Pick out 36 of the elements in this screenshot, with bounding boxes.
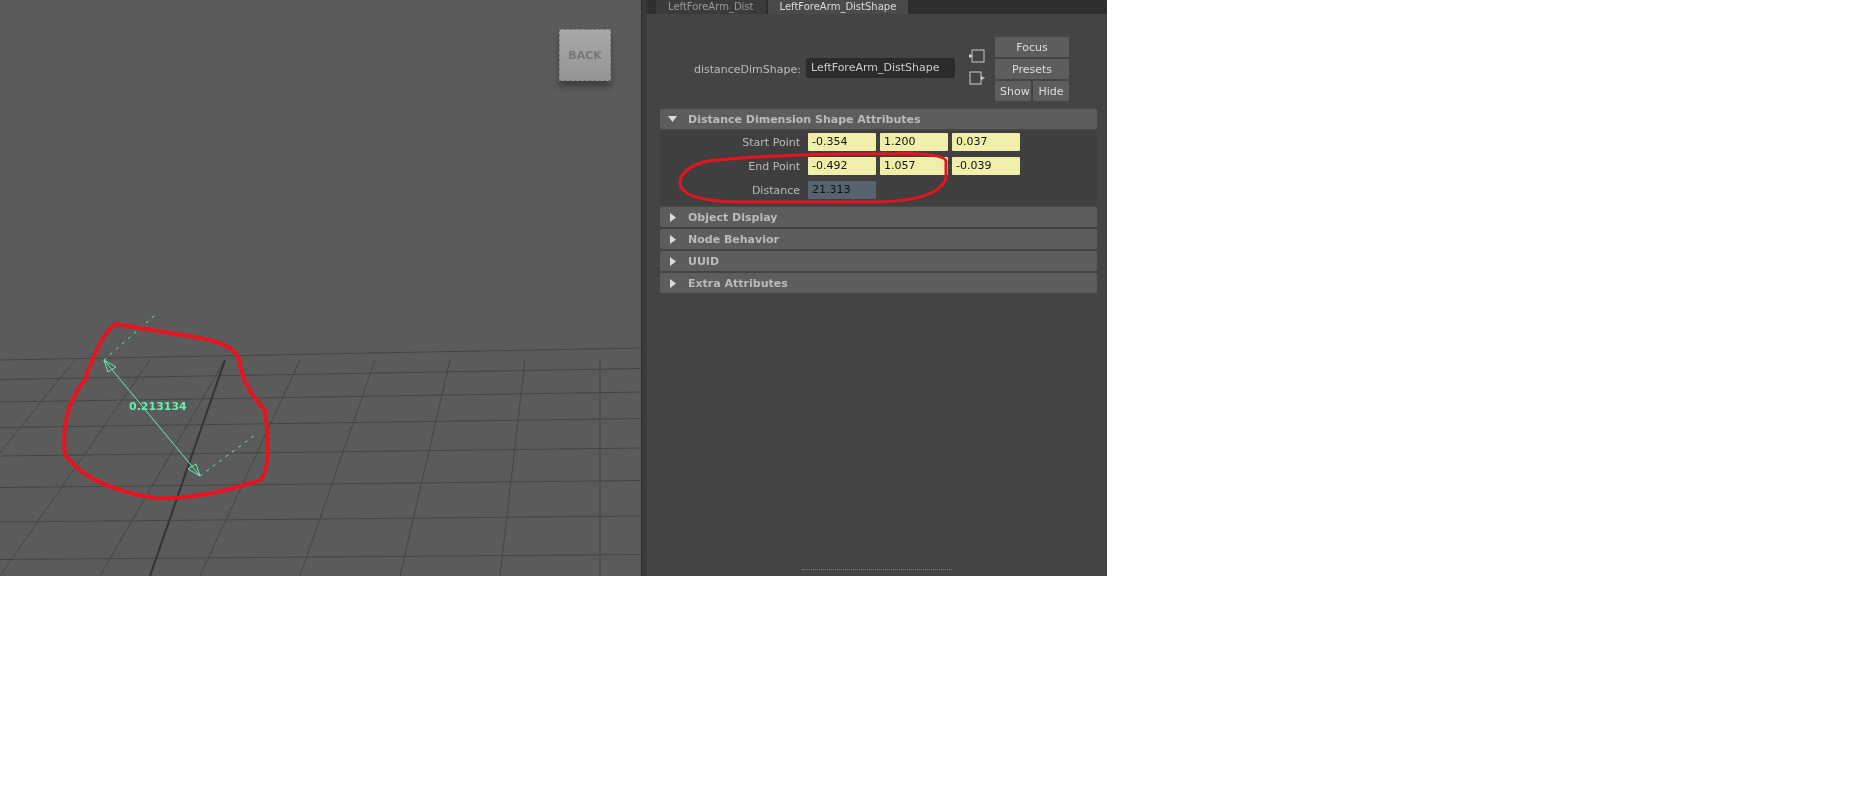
caret-right-icon[interactable]	[668, 234, 677, 244]
output-connection-icon[interactable]	[969, 71, 985, 85]
attribute-label: Start Point	[741, 135, 800, 149]
editor-button[interactable]: Hide	[1033, 81, 1069, 101]
input-connection-icon[interactable]	[969, 49, 985, 63]
attribute-label: Distance	[750, 183, 800, 197]
section-header[interactable]: Object Display	[660, 207, 1097, 227]
attribute-field[interactable]: 1.057	[880, 157, 948, 175]
caret-right-icon[interactable]	[668, 278, 677, 288]
editor-button[interactable]: Show	[995, 81, 1031, 101]
section-title: Object Display	[688, 210, 778, 224]
section-header[interactable]: Extra Attributes	[660, 273, 1097, 293]
tab[interactable]: LeftForeArm_DistShape	[767, 0, 909, 14]
caret-down-icon[interactable]	[668, 114, 677, 124]
section-title: Extra Attributes	[688, 276, 788, 290]
tab[interactable]: LeftForeArm_Dist	[656, 0, 766, 14]
editor-button[interactable]: Focus	[995, 37, 1069, 57]
section-title: Distance Dimension Shape Attributes	[688, 112, 921, 126]
section-title: UUID	[688, 254, 720, 268]
section-header[interactable]: Distance Dimension Shape Attributes	[660, 109, 1097, 129]
attribute-label: End Point	[747, 159, 800, 173]
node-name-field[interactable]: LeftForeArm_DistShape	[806, 58, 955, 78]
node-type-label: distanceDimShape:	[693, 63, 801, 76]
section-title: Node Behavior	[688, 232, 779, 246]
attribute-field[interactable]: 1.200	[880, 133, 948, 151]
section-header[interactable]: UUID	[660, 251, 1097, 271]
attribute-field[interactable]: -0.039	[952, 157, 1020, 175]
attribute-field[interactable]: -0.354	[808, 133, 876, 151]
attribute-field[interactable]: 0.037	[952, 133, 1020, 151]
caret-right-icon[interactable]	[668, 256, 677, 266]
distance-label: 0.213134	[129, 400, 187, 413]
caret-right-icon[interactable]	[668, 212, 677, 222]
section-header[interactable]: Node Behavior	[660, 229, 1097, 249]
attribute-field[interactable]: -0.492	[808, 157, 876, 175]
editor-button[interactable]: Presets	[995, 59, 1069, 79]
attribute-field[interactable]: 21.313	[808, 181, 876, 199]
